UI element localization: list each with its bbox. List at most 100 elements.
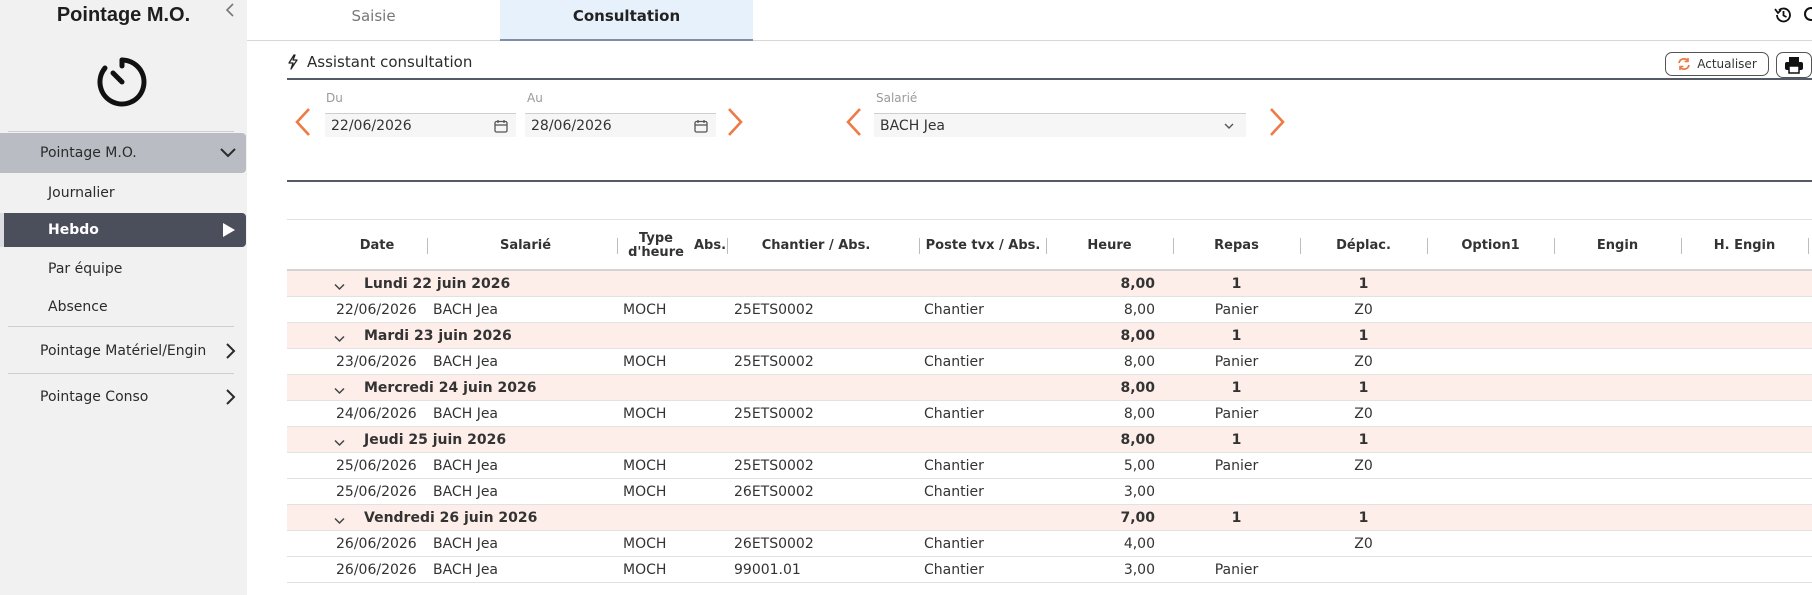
cell-salarie: BACH Jea (433, 536, 499, 552)
col-header-type-heure-line2: d'heure (628, 245, 684, 260)
table-row[interactable]: 25/06/2026 BACH Jea MOCH 26ETS0002 Chant… (287, 479, 1812, 505)
col-header-h-engin[interactable]: H. Engin (1681, 220, 1808, 272)
col-header-deplac[interactable]: Déplac. (1300, 220, 1427, 272)
printer-icon (1784, 56, 1804, 74)
cell-chantier: 25ETS0002 (734, 458, 814, 474)
sidebar-item-par-equipe[interactable]: Par équipe (0, 255, 246, 283)
cell-chantier: 25ETS0002 (734, 354, 814, 370)
chevron-down-icon[interactable] (334, 435, 345, 451)
sidebar-item-label: Absence (48, 299, 108, 315)
group-label: Mardi 23 juin 2026 (364, 328, 512, 344)
chevron-right-icon (226, 343, 236, 359)
group-heure: 8,00 (1120, 328, 1155, 344)
col-header-engin[interactable]: Engin (1554, 220, 1681, 272)
table-row[interactable]: 25/06/2026 BACH Jea MOCH 25ETS0002 Chant… (287, 453, 1812, 479)
salarie-select-value: BACH Jea (880, 117, 946, 134)
sidebar-item-absence[interactable]: Absence (0, 293, 246, 321)
du-date-field[interactable]: 22/06/2026 (325, 113, 516, 137)
next-period-arrow-icon[interactable] (726, 107, 744, 141)
chevron-down-icon[interactable] (334, 331, 345, 347)
group-heure: 8,00 (1120, 432, 1155, 448)
history-icon[interactable] (1773, 5, 1793, 29)
consultation-grid: Date Salarié Type d'heure Abs. Chantier … (287, 219, 1812, 583)
cell-poste: Chantier (924, 406, 984, 422)
prev-employee-arrow-icon[interactable] (845, 107, 863, 141)
cell-repas: Panier (1214, 302, 1259, 318)
cell-poste: Chantier (924, 562, 984, 578)
cell-date: 26/06/2026 (336, 562, 417, 578)
group-label: Vendredi 26 juin 2026 (364, 510, 538, 526)
col-header-chantier[interactable]: Chantier / Abs. (731, 220, 901, 272)
group-repas: 1 (1231, 380, 1242, 396)
cell-chantier: 25ETS0002 (734, 302, 814, 318)
cell-heure: 8,00 (1123, 302, 1155, 318)
cell-poste: Chantier (924, 536, 984, 552)
col-header-salarie[interactable]: Salarié (427, 220, 624, 272)
sidebar-group-conso[interactable]: Pointage Conso (0, 380, 246, 414)
table-row[interactable]: 22/06/2026 BACH Jea MOCH 25ETS0002 Chant… (287, 297, 1812, 323)
cell-poste: Chantier (924, 302, 984, 318)
prev-period-arrow-icon[interactable] (294, 107, 312, 141)
cell-repas: Panier (1214, 406, 1259, 422)
tab-saisie[interactable]: Saisie (247, 0, 500, 41)
group-deplac: 1 (1358, 380, 1369, 396)
salarie-label: Salarié (876, 91, 918, 105)
sidebar-divider (8, 131, 234, 132)
sidebar-group-pointage-mo[interactable]: Pointage M.O. (0, 133, 246, 173)
group-row[interactable]: Jeudi 25 juin 2026 8,00 1 1 (287, 427, 1812, 453)
cell-type: MOCH (623, 484, 667, 500)
next-employee-arrow-icon[interactable] (1268, 107, 1286, 141)
table-row[interactable]: 23/06/2026 BACH Jea MOCH 25ETS0002 Chant… (287, 349, 1812, 375)
col-header-poste[interactable]: Poste tvx / Abs. (919, 220, 1047, 272)
cell-deplac: Z0 (1354, 406, 1373, 422)
col-header-type-heure[interactable]: Type d'heure (624, 220, 688, 272)
group-row[interactable]: Vendredi 26 juin 2026 7,00 1 1 (287, 505, 1812, 531)
cell-type: MOCH (623, 458, 667, 474)
col-header-heure[interactable]: Heure (1046, 220, 1173, 272)
search-icon[interactable] (1802, 5, 1812, 29)
refresh-button[interactable]: Actualiser (1665, 52, 1769, 76)
group-row[interactable]: Mardi 23 juin 2026 8,00 1 1 (287, 323, 1812, 349)
table-row[interactable]: 24/06/2026 BACH Jea MOCH 25ETS0002 Chant… (287, 401, 1812, 427)
col-header-abs[interactable]: Abs. (690, 220, 730, 272)
col-header-date[interactable]: Date (327, 220, 427, 272)
table-row[interactable]: 26/06/2026 BACH Jea MOCH 26ETS0002 Chant… (287, 531, 1812, 557)
col-separator (1808, 238, 1809, 254)
calendar-icon[interactable] (494, 119, 510, 133)
sidebar-group-materiel-engin[interactable]: Pointage Matériel/Engin (0, 334, 246, 368)
cell-chantier: 26ETS0002 (734, 536, 814, 552)
salarie-select[interactable]: BACH Jea (874, 113, 1246, 137)
col-header-option1[interactable]: Option1 (1427, 220, 1554, 272)
chevron-down-icon[interactable] (334, 279, 345, 295)
cell-salarie: BACH Jea (433, 484, 499, 500)
calendar-icon[interactable] (694, 119, 710, 133)
sidebar-item-hebdo[interactable]: Hebdo (0, 213, 246, 247)
table-row[interactable]: 26/06/2026 BACH Jea MOCH 99001.01 Chanti… (287, 557, 1812, 583)
section-divider (287, 180, 1812, 182)
col-header-repas[interactable]: Repas (1173, 220, 1300, 272)
cell-chantier: 26ETS0002 (734, 484, 814, 500)
tab-consultation[interactable]: Consultation (500, 0, 753, 41)
sidebar-group-label: Pointage Conso (40, 389, 149, 405)
cell-salarie: BACH Jea (433, 458, 499, 474)
chevron-down-icon[interactable] (334, 383, 345, 399)
group-repas: 1 (1231, 328, 1242, 344)
au-date-field[interactable]: 28/06/2026 (525, 113, 716, 137)
sidebar-divider (8, 326, 234, 327)
sidebar-item-journalier[interactable]: Journalier (0, 179, 246, 207)
cell-chantier: 99001.01 (734, 562, 801, 578)
group-label: Mercredi 24 juin 2026 (364, 380, 537, 396)
cell-poste: Chantier (924, 484, 984, 500)
group-label: Jeudi 25 juin 2026 (364, 432, 507, 448)
group-deplac: 1 (1358, 432, 1369, 448)
chevron-left-icon[interactable] (225, 2, 235, 21)
assistant-title: Assistant consultation (287, 53, 472, 71)
print-button[interactable] (1776, 52, 1812, 78)
group-row[interactable]: Mercredi 24 juin 2026 8,00 1 1 (287, 375, 1812, 401)
group-row[interactable]: Lundi 22 juin 2026 8,00 1 1 (287, 271, 1812, 297)
chevron-down-icon (220, 148, 236, 158)
col-separator (617, 238, 618, 254)
cell-type: MOCH (623, 406, 667, 422)
cell-date: 22/06/2026 (336, 302, 417, 318)
chevron-down-icon[interactable] (334, 513, 345, 529)
